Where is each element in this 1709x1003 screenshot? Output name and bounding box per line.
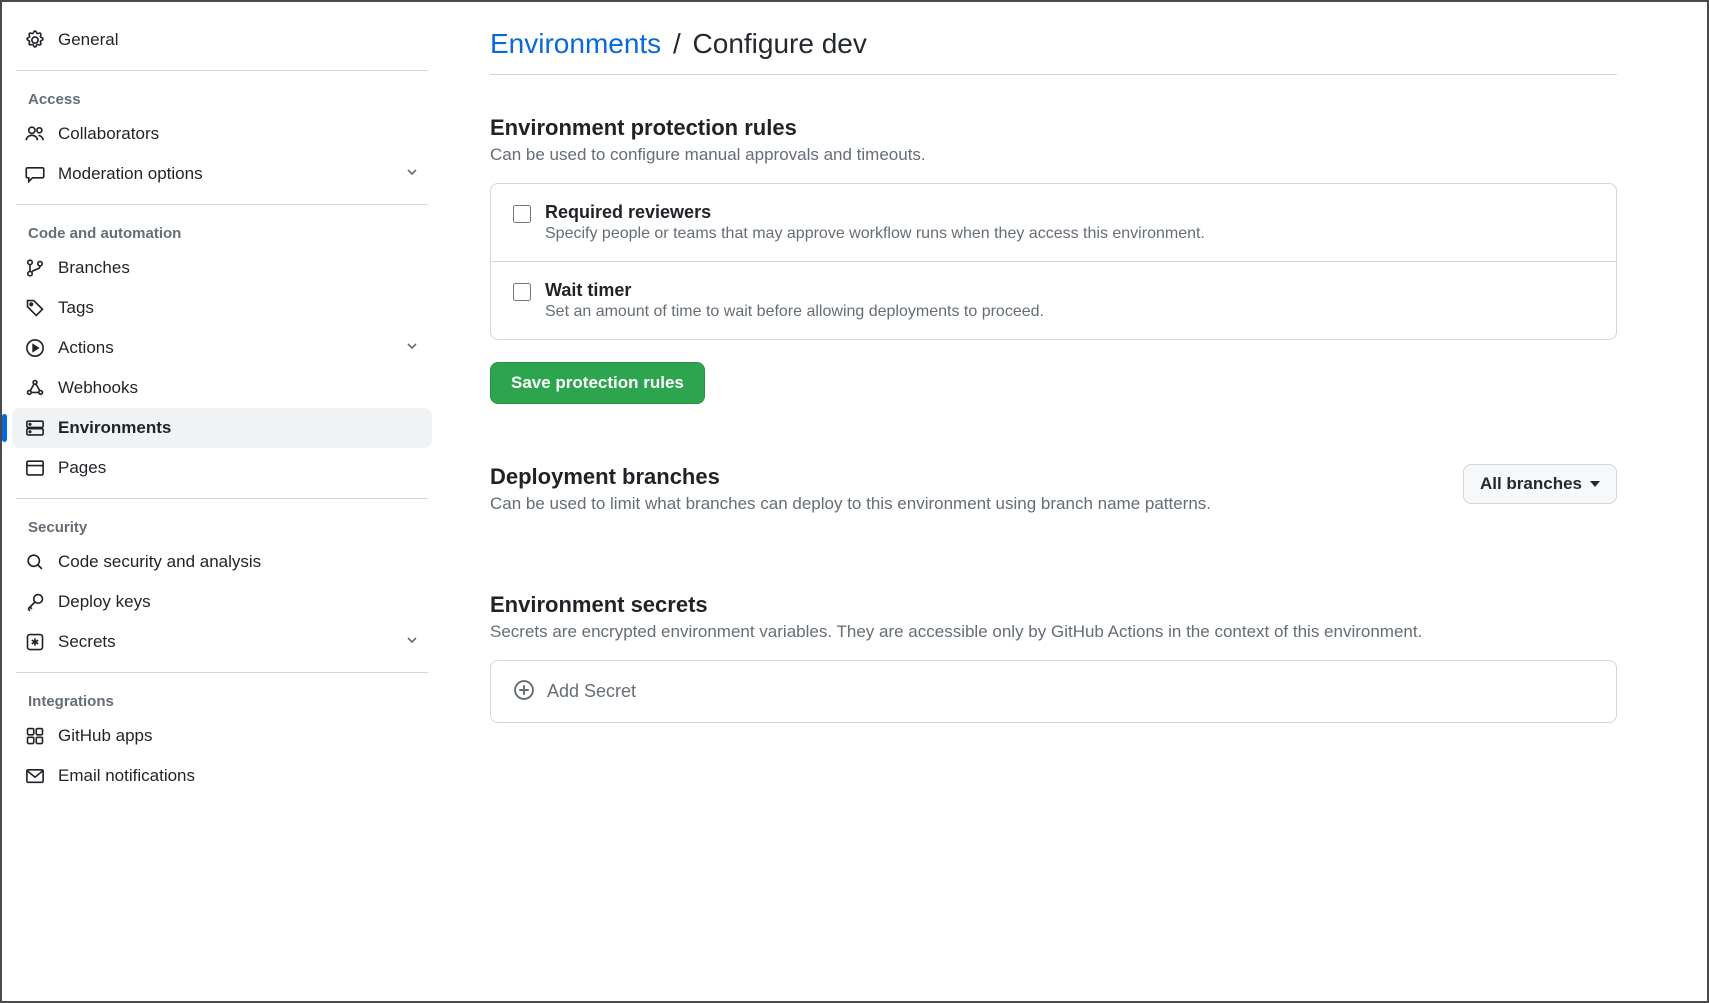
sidebar-item-github-apps[interactable]: GitHub apps (12, 716, 432, 756)
sidebar-item-label: Collaborators (58, 124, 420, 144)
chevron-down-icon (404, 164, 420, 185)
server-icon (24, 417, 46, 439)
mail-icon (24, 765, 46, 787)
shield-search-icon (24, 551, 46, 573)
play-icon (24, 337, 46, 359)
add-secret-label: Add Secret (547, 681, 636, 702)
main-content: Environments / Configure dev Environment… (442, 2, 1707, 1001)
sidebar-item-label: Webhooks (58, 378, 420, 398)
people-icon (24, 123, 46, 145)
chevron-down-icon (404, 338, 420, 359)
wait-timer-checkbox[interactable] (513, 283, 531, 301)
rule-label: Wait timer (545, 280, 1044, 301)
sidebar-item-branches[interactable]: Branches (12, 248, 432, 288)
sidebar-item-secrets[interactable]: Secrets (12, 622, 432, 662)
asterisk-icon (24, 631, 46, 653)
sidebar-item-webhooks[interactable]: Webhooks (12, 368, 432, 408)
sidebar-section-code: Code and automation Branches Tags Action… (12, 215, 432, 488)
caret-down-icon (1590, 481, 1600, 487)
save-protection-rules-button[interactable]: Save protection rules (490, 362, 705, 404)
key-icon (24, 591, 46, 613)
sidebar-item-collaborators[interactable]: Collaborators (12, 114, 432, 154)
apps-icon (24, 725, 46, 747)
section-title: Deployment branches (490, 464, 1211, 490)
browser-icon (24, 457, 46, 479)
divider (16, 204, 428, 205)
settings-sidebar: General Access Collaborators Moderation … (2, 2, 442, 1001)
required-reviewers-checkbox[interactable] (513, 205, 531, 223)
sidebar-item-label: GitHub apps (58, 726, 420, 746)
dropdown-label: All branches (1480, 474, 1582, 494)
section-description: Secrets are encrypted environment variab… (490, 622, 1617, 642)
sidebar-item-label: Tags (58, 298, 420, 318)
sidebar-section-access: Access Collaborators Moderation options (12, 81, 432, 194)
sidebar-item-deploy-keys[interactable]: Deploy keys (12, 582, 432, 622)
section-protection-rules: Environment protection rules Can be used… (490, 115, 1617, 404)
sidebar-item-tags[interactable]: Tags (12, 288, 432, 328)
sidebar-item-label: Branches (58, 258, 420, 278)
sidebar-section-title: Integrations (12, 683, 432, 716)
divider (16, 498, 428, 499)
rule-wait-timer: Wait timer Set an amount of time to wait… (491, 261, 1616, 339)
sidebar-item-label: Secrets (58, 632, 404, 652)
section-environment-secrets: Environment secrets Secrets are encrypte… (490, 592, 1617, 723)
rule-required-reviewers: Required reviewers Specify people or tea… (491, 184, 1616, 261)
sidebar-item-environments[interactable]: Environments (12, 408, 432, 448)
add-secret-button[interactable]: Add Secret (490, 660, 1617, 723)
chevron-down-icon (404, 632, 420, 653)
sidebar-item-pages[interactable]: Pages (12, 448, 432, 488)
tag-icon (24, 297, 46, 319)
breadcrumb-link-environments[interactable]: Environments (490, 28, 661, 59)
sidebar-section-title: Security (12, 509, 432, 542)
section-description: Can be used to configure manual approval… (490, 145, 1617, 165)
section-description: Can be used to limit what branches can d… (490, 494, 1211, 514)
breadcrumb-separator: / (673, 28, 681, 59)
sidebar-item-label: Email notifications (58, 766, 420, 786)
sidebar-item-label: Actions (58, 338, 404, 358)
breadcrumb-current: Configure dev (693, 28, 867, 59)
sidebar-item-moderation[interactable]: Moderation options (12, 154, 432, 194)
sidebar-section-security: Security Code security and analysis Depl… (12, 509, 432, 662)
divider (16, 70, 428, 71)
gear-icon (24, 29, 46, 51)
rule-description: Set an amount of time to wait before all… (545, 303, 1044, 321)
sidebar-item-actions[interactable]: Actions (12, 328, 432, 368)
sidebar-item-code-security[interactable]: Code security and analysis (12, 542, 432, 582)
branch-icon (24, 257, 46, 279)
sidebar-item-general[interactable]: General (12, 20, 432, 60)
sidebar-item-label: Environments (58, 418, 420, 438)
plus-circle-icon (513, 679, 535, 704)
sidebar-section-title: Code and automation (12, 215, 432, 248)
sidebar-item-label: Code security and analysis (58, 552, 420, 572)
sidebar-item-label: Pages (58, 458, 420, 478)
rule-description: Specify people or teams that may approve… (545, 225, 1205, 243)
sidebar-item-label: General (58, 30, 420, 50)
divider (16, 672, 428, 673)
deployment-branches-dropdown[interactable]: All branches (1463, 464, 1617, 504)
section-title: Environment protection rules (490, 115, 1617, 141)
webhook-icon (24, 377, 46, 399)
breadcrumb: Environments / Configure dev (490, 28, 1617, 75)
sidebar-item-label: Moderation options (58, 164, 404, 184)
section-deployment-branches: Deployment branches Can be used to limit… (490, 464, 1617, 532)
section-title: Environment secrets (490, 592, 1617, 618)
sidebar-item-email-notifications[interactable]: Email notifications (12, 756, 432, 796)
sidebar-section-integrations: Integrations GitHub apps Email notificat… (12, 683, 432, 796)
sidebar-item-label: Deploy keys (58, 592, 420, 612)
sidebar-section-title: Access (12, 81, 432, 114)
protection-rules-box: Required reviewers Specify people or tea… (490, 183, 1617, 340)
comment-icon (24, 163, 46, 185)
rule-label: Required reviewers (545, 202, 1205, 223)
